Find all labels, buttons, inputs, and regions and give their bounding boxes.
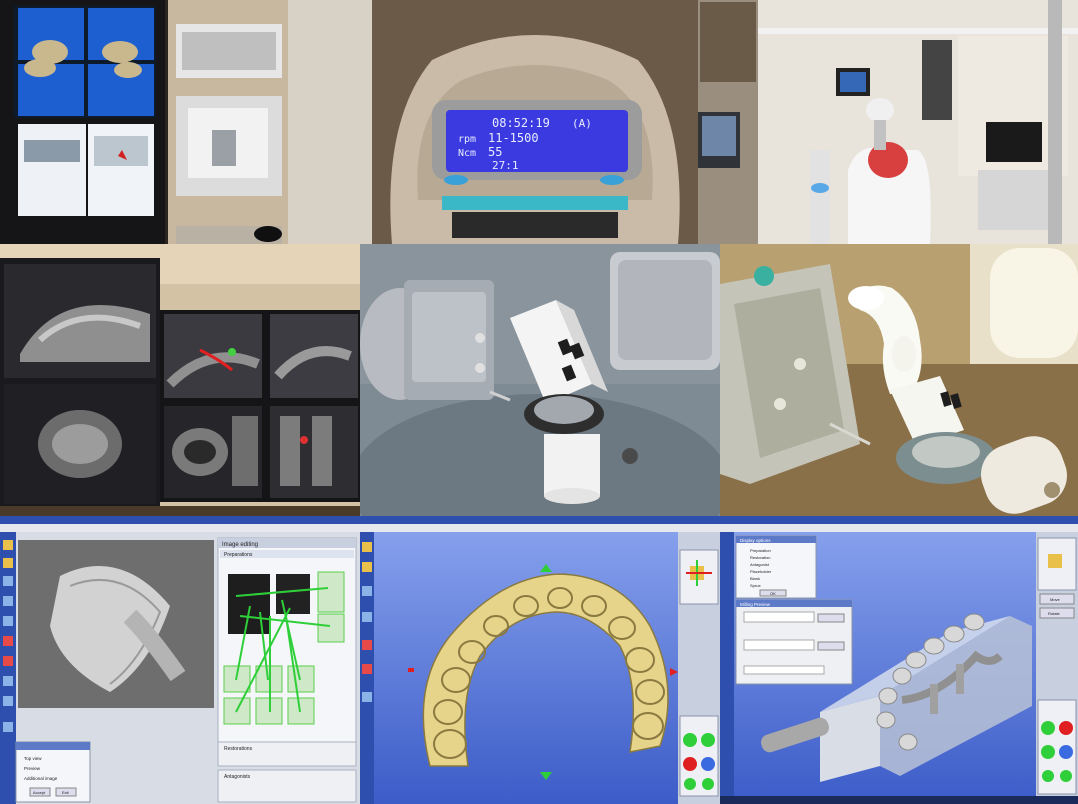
svg-text:Restoration: Restoration <box>750 555 770 560</box>
lcd-rpm-value: 11-1500 <box>488 131 539 145</box>
svg-text:Sprue: Sprue <box>750 583 761 588</box>
lcd-mode: (A) <box>572 117 592 130</box>
section-preparations: Preparations <box>224 552 253 558</box>
motor-button-left <box>444 175 468 185</box>
photo-milling-spindle-block <box>360 244 720 516</box>
milling-preview-title: Milling Preview <box>740 602 771 607</box>
photo-implant-motor-display: 08:52:19 (A) rpm 11-1500 Ncm 55 27:1 <box>372 0 698 244</box>
dialog-option-preview: Preview <box>24 766 41 771</box>
photo-workstation-milling-unit <box>0 0 372 244</box>
lcd-time: 08:52:19 <box>492 116 550 130</box>
screenshot-cad-image-editing: Image editing Preparations Restorations <box>0 516 360 804</box>
lcd-ratio: 27:1 <box>492 159 519 172</box>
screenshot-cam-nesting: Display options Preparation Restoration … <box>720 516 1078 804</box>
lcd-rpm-label: rpm <box>458 134 476 145</box>
display-options-title: Display options <box>740 538 771 543</box>
svg-text:Blank: Blank <box>750 576 760 581</box>
motor-button-right <box>600 175 624 185</box>
svg-text:Placeholder: Placeholder <box>750 569 772 574</box>
photo-milled-bridge <box>720 244 1078 516</box>
screenshot-cad-arch-model <box>360 516 720 804</box>
panel-title-image-editing: Image editing <box>222 542 258 548</box>
section-restorations: Restorations <box>224 746 253 752</box>
dialog-option-additional: Additional image <box>24 776 58 781</box>
dialog-option-top-view: Top view <box>24 756 42 761</box>
svg-text:OK: OK <box>770 591 776 596</box>
lcd-ncm-label: Ncm <box>458 148 476 159</box>
lcd-ncm-value: 55 <box>488 145 502 159</box>
section-antagonists: Antagonists <box>224 774 251 780</box>
photo-dental-operatory <box>698 0 1078 244</box>
photo-ct-scan-monitors <box>0 244 360 516</box>
svg-text:Antagonist: Antagonist <box>750 562 770 567</box>
svg-text:Exit: Exit <box>62 790 70 795</box>
svg-text:Accept: Accept <box>33 790 46 795</box>
svg-text:Move: Move <box>1050 597 1061 602</box>
svg-text:Rotate: Rotate <box>1048 611 1061 616</box>
svg-text:Preparation: Preparation <box>750 548 771 553</box>
